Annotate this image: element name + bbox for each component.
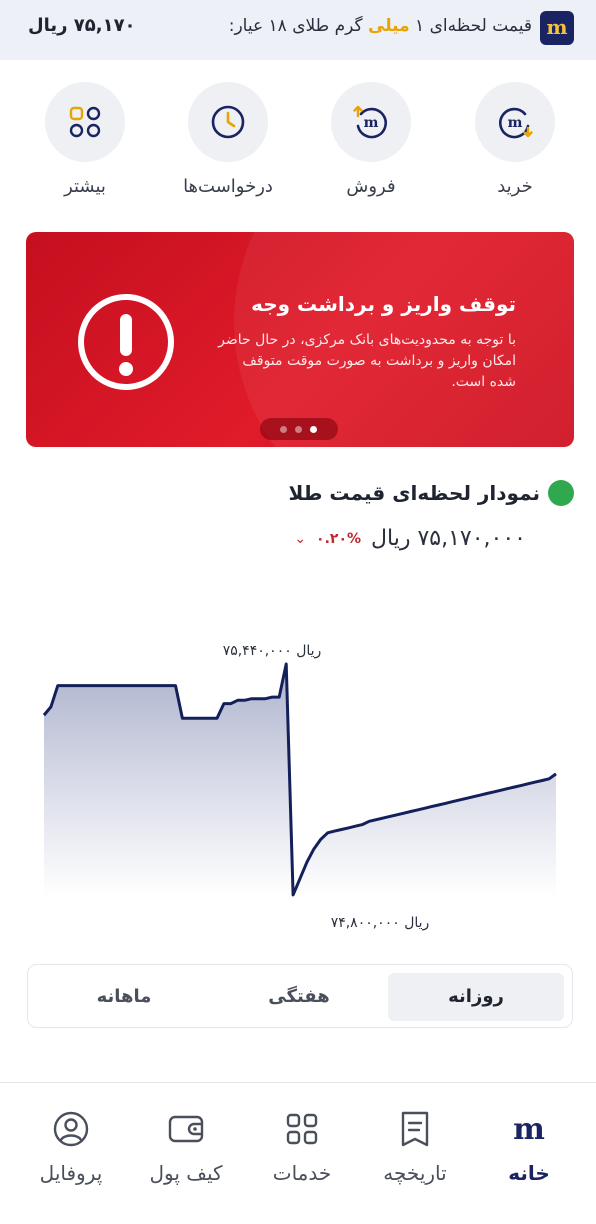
alert-icon bbox=[78, 294, 174, 390]
carousel-indicator[interactable] bbox=[260, 418, 338, 440]
nav-services[interactable]: خدمات bbox=[243, 1109, 361, 1185]
buy-button[interactable]: m خرید bbox=[460, 82, 570, 197]
ticker-label: قیمت لحظه‌ای ۱ میلی گرم طلای ۱۸ عیار: bbox=[229, 16, 532, 36]
chart-min-label: ۷۴,۸۰۰,۰۰۰ ریال bbox=[331, 915, 430, 931]
nav-wallet-label: کیف پول bbox=[149, 1161, 223, 1185]
banner-title: توقف واریز و برداشت وجه bbox=[251, 292, 516, 316]
chevron-down-icon: ⌄ bbox=[294, 530, 307, 547]
carousel-dot[interactable] bbox=[280, 426, 287, 433]
wallet-icon bbox=[168, 1115, 204, 1143]
period-tabs: روزانه هفتگی ماهانه bbox=[27, 964, 573, 1028]
requests-label: درخواست‌ها bbox=[183, 176, 273, 197]
carousel-dot[interactable] bbox=[295, 426, 302, 433]
profile-icon bbox=[53, 1111, 89, 1147]
announcement-banner[interactable]: توقف واریز و برداشت وجه با توجه به محدود… bbox=[26, 232, 574, 447]
sell-icon: m bbox=[331, 82, 411, 162]
chart-max-label: ۷۵,۴۴۰,۰۰۰ ریال bbox=[223, 643, 322, 659]
nav-profile-label: پروفایل bbox=[39, 1161, 103, 1185]
nav-history-label: تاریخچه bbox=[383, 1161, 447, 1185]
more-button[interactable]: بیشتر bbox=[30, 82, 140, 197]
ticker-text-before: قیمت لحظه‌ای ۱ bbox=[415, 16, 532, 36]
svg-text:m: m bbox=[513, 1112, 545, 1147]
history-icon bbox=[401, 1111, 429, 1147]
more-label: بیشتر bbox=[64, 176, 106, 197]
nav-services-label: خدمات bbox=[272, 1161, 332, 1185]
sell-label: فروش bbox=[346, 176, 396, 197]
current-price: ۷۵,۱۷۰,۰۰۰ ریال ۰.۲۰% ⌄ bbox=[294, 526, 526, 551]
svg-text:m: m bbox=[364, 115, 379, 131]
buy-icon: m bbox=[475, 82, 555, 162]
tab-weekly[interactable]: هفتگی bbox=[211, 973, 387, 1021]
nav-home[interactable]: m خانه bbox=[470, 1109, 588, 1185]
ticker-text-after: گرم طلای ۱۸ عیار: bbox=[228, 16, 363, 36]
brand-logo-icon: m bbox=[540, 11, 574, 45]
buy-label: خرید bbox=[497, 176, 533, 197]
live-status-icon bbox=[548, 480, 574, 506]
svg-text:m: m bbox=[508, 115, 523, 131]
ticker-price: ۷۵,۱۷۰ ریال bbox=[28, 15, 136, 36]
current-price-value: ۷۵,۱۷۰,۰۰۰ ریال bbox=[371, 526, 526, 551]
tab-monthly[interactable]: ماهانه bbox=[36, 973, 212, 1021]
price-change-percent: ۰.۲۰% bbox=[316, 530, 362, 547]
quick-actions: m خرید m فروش درخواست‌ها bbox=[0, 82, 596, 212]
more-grid-icon bbox=[45, 82, 125, 162]
requests-button[interactable]: درخواست‌ها bbox=[173, 82, 283, 197]
price-ticker-bar: m قیمت لحظه‌ای ۱ میلی گرم طلای ۱۸ عیار: … bbox=[0, 0, 596, 60]
clock-icon bbox=[188, 82, 268, 162]
banner-body: با توجه به محدودیت‌های بانک مرکزی، در حا… bbox=[218, 332, 516, 390]
ticker-text-highlight: میلی bbox=[368, 16, 410, 36]
chart-area-fill bbox=[44, 664, 556, 896]
sell-button[interactable]: m فروش bbox=[316, 82, 426, 197]
home-logo-icon: m bbox=[513, 1112, 545, 1147]
nav-home-label: خانه bbox=[508, 1161, 550, 1185]
chart-header: نمودار لحظه‌ای قیمت طلا bbox=[288, 480, 574, 506]
nav-history[interactable]: تاریخچه bbox=[356, 1109, 474, 1185]
bottom-nav: m خانه تاریخچه خدمات کیف پول پروفایل bbox=[0, 1082, 596, 1224]
tab-daily[interactable]: روزانه bbox=[388, 973, 564, 1021]
carousel-dot-active[interactable] bbox=[310, 426, 317, 433]
services-icon bbox=[286, 1113, 318, 1145]
nav-wallet[interactable]: کیف پول bbox=[127, 1109, 245, 1185]
nav-profile[interactable]: پروفایل bbox=[12, 1109, 130, 1185]
chart-title: نمودار لحظه‌ای قیمت طلا bbox=[288, 481, 540, 505]
price-chart[interactable]: ۷۵,۴۴۰,۰۰۰ ریال ۷۴,۸۰۰,۰۰۰ ریال bbox=[0, 580, 596, 940]
